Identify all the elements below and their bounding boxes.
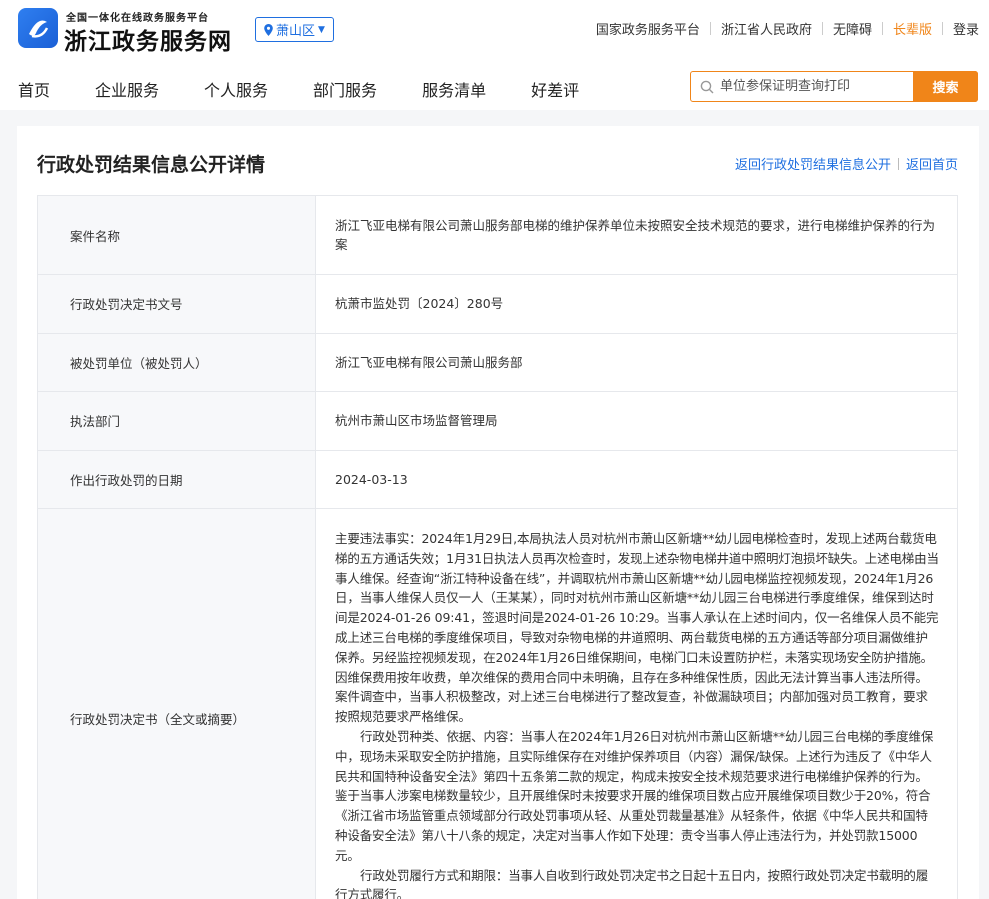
search-icon [700,80,714,94]
page-title: 行政处罚结果信息公开详情 [37,154,266,176]
table-row: 执法部门 杭州市萧山区市场监督管理局 [37,391,958,451]
row-value: 浙江飞亚电梯有限公司萧山服务部 [315,332,958,392]
row-value-decision-text: 主要违法事实：2024年1月29日,本局执法人员对杭州市萧山区新塘**幼儿园电梯… [315,508,958,899]
detail-card: 行政处罚结果信息公开详情 返回行政处罚结果信息公开 返回首页 案件名称 浙江飞亚… [17,126,979,899]
table-row: 案件名称 浙江飞亚电梯有限公司萧山服务部电梯的维护保养单位未按照安全技术规范的要… [37,195,958,275]
search-input[interactable] [720,72,910,101]
nav-item-rating[interactable]: 好差评 [531,77,579,101]
search-button[interactable]: 搜索 [913,71,978,102]
row-label: 作出行政处罚的日期 [37,449,316,509]
link-login[interactable]: 登录 [953,19,979,38]
nav-item-home[interactable]: 首页 [18,77,50,101]
top-links: 国家政务服务平台 浙江省人民政府 无障碍 长辈版 登录 [596,19,979,38]
table-row: 被处罚单位（被处罚人） 浙江飞亚电梯有限公司萧山服务部 [37,332,958,392]
nav-item-enterprise[interactable]: 企业服务 [95,77,159,101]
link-national-platform[interactable]: 国家政务服务平台 [596,19,700,38]
region-label: 萧山区 [276,24,316,39]
decision-paragraph-execution: 行政处罚履行方式和期限：当事人自收到行政处罚决定书之日起十五日内，按照行政处罚决… [335,867,929,899]
detail-table: 案件名称 浙江飞亚电梯有限公司萧山服务部电梯的维护保养单位未按照安全技术规范的要… [37,195,958,899]
row-label: 被处罚单位（被处罚人） [37,332,316,392]
caret-down-icon: ▼ [318,24,325,35]
back-to-home-link[interactable]: 返回首页 [906,154,958,173]
divider [881,22,883,35]
site-logo-icon[interactable] [18,8,58,48]
divider [897,157,899,170]
divider [941,22,943,35]
decision-paragraph-facts: 主要违法事实：2024年1月29日,本局执法人员对杭州市萧山区新塘**幼儿园电梯… [335,531,939,725]
row-value: 2024-03-13 [315,449,958,509]
row-label: 行政处罚决定书文号 [37,274,316,334]
row-label: 行政处罚决定书（全文或摘要） [37,508,316,899]
row-value: 浙江飞亚电梯有限公司萧山服务部电梯的维护保养单位未按照安全技术规范的要求，进行电… [315,195,958,275]
decision-paragraph-basis: 行政处罚种类、依据、内容：当事人在2024年1月26日对杭州市萧山区新塘**幼儿… [335,728,934,863]
nav-item-personal[interactable]: 个人服务 [204,77,268,101]
nav-item-service-list[interactable]: 服务清单 [422,77,486,101]
breadcrumb: 返回行政处罚结果信息公开 返回首页 [735,154,958,173]
link-elder-mode[interactable]: 长辈版 [893,19,932,38]
back-to-list-link[interactable]: 返回行政处罚结果信息公开 [735,154,891,173]
search-box: 搜索 [690,71,978,102]
table-row: 作出行政处罚的日期 2024-03-13 [37,449,958,509]
link-provincial-government[interactable]: 浙江省人民政府 [721,19,812,38]
row-value: 杭州市萧山区市场监督管理局 [315,391,958,451]
table-row: 行政处罚决定书文号 杭萧市监处罚〔2024〕280号 [37,274,958,334]
brand-title[interactable]: 浙江政务服务网 [64,22,232,56]
site-header: 全国一体化在线政务服务平台 浙江政务服务网 萧山区 ▼ 国家政务服务平台 浙江省… [0,0,989,110]
link-accessibility[interactable]: 无障碍 [833,19,872,38]
divider [709,22,711,35]
table-row: 行政处罚决定书（全文或摘要） 主要违法事实：2024年1月29日,本局执法人员对… [37,508,958,899]
main-nav: 首页 企业服务 个人服务 部门服务 服务清单 好差评 [18,77,624,101]
row-label: 案件名称 [37,195,316,275]
nav-item-departments[interactable]: 部门服务 [313,77,377,101]
divider [821,22,823,35]
region-selector[interactable]: 萧山区 ▼ [255,17,334,42]
row-label: 执法部门 [37,391,316,451]
row-value: 杭萧市监处罚〔2024〕280号 [315,274,958,334]
location-pin-icon [264,23,273,36]
